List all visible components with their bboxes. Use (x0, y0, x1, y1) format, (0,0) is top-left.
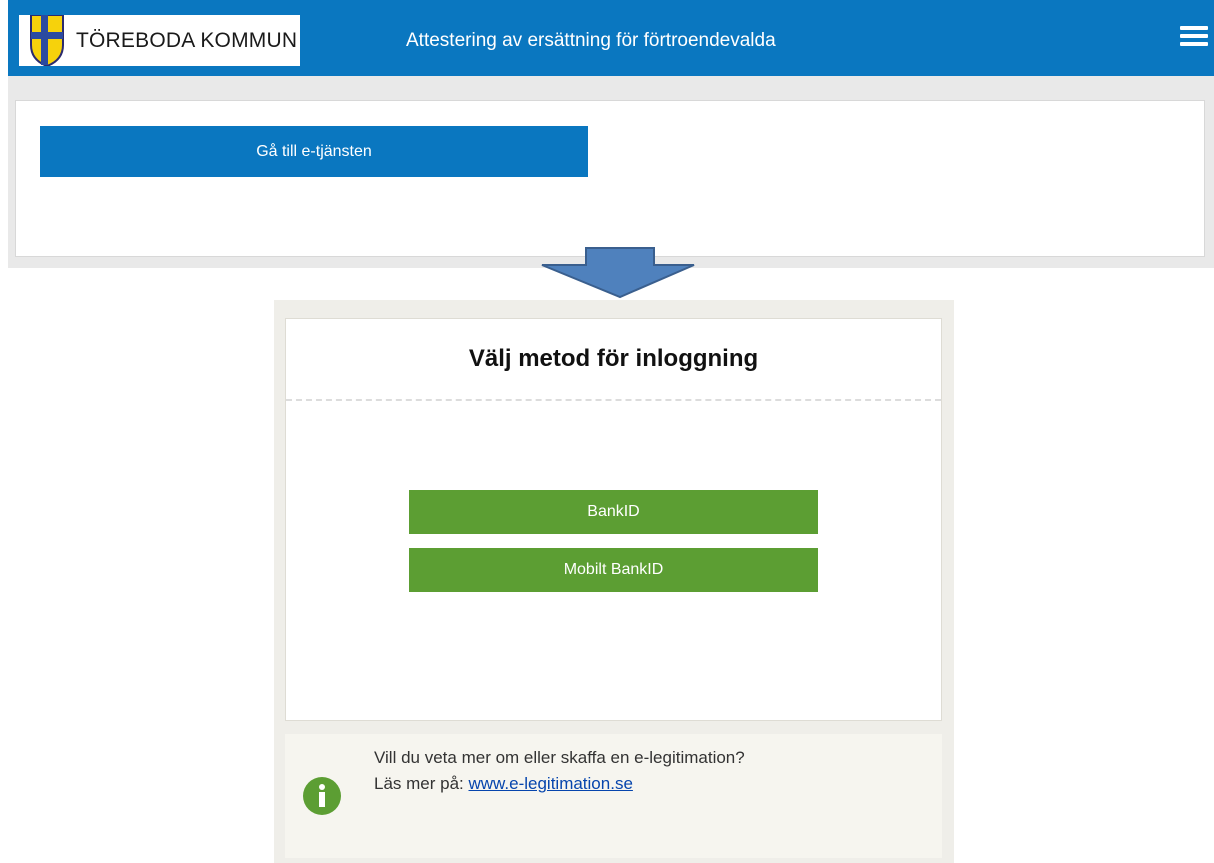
down-arrow-icon (541, 247, 695, 299)
divider (286, 399, 941, 401)
info-box: Vill du veta mer om eller skaffa en e-le… (285, 734, 942, 858)
coat-of-arms-icon (30, 15, 64, 66)
logo[interactable]: TÖREBODA KOMMUN (19, 15, 300, 66)
logo-text: TÖREBODA KOMMUN (76, 29, 298, 52)
info-read-more: Läs mer på: www.e-legitimation.se (374, 774, 633, 794)
content-panel: Gå till e-tjänsten (15, 100, 1205, 257)
goto-e-service-button[interactable]: Gå till e-tjänsten (40, 126, 588, 177)
mobilt-bankid-button[interactable]: Mobilt BankID (409, 548, 818, 592)
e-legitimation-link[interactable]: www.e-legitimation.se (469, 774, 633, 793)
login-title: Välj metod för inloggning (468, 345, 759, 372)
info-text: Vill du veta mer om eller skaffa en e-le… (374, 748, 745, 767)
top-frame: TÖREBODA KOMMUN Attestering av ersättnin… (8, 0, 1214, 268)
bankid-button[interactable]: BankID (409, 490, 818, 534)
hamburger-menu-icon[interactable] (1180, 26, 1208, 48)
info-read-more-label: Läs mer på: (374, 774, 469, 793)
page-title: Attestering av ersättning för förtroende… (406, 30, 776, 51)
header-bar: TÖREBODA KOMMUN Attestering av ersättnin… (8, 0, 1214, 76)
login-frame: Välj metod för inloggning BankID Mobilt … (274, 300, 954, 863)
info-icon (303, 777, 341, 815)
login-card: Välj metod för inloggning BankID Mobilt … (285, 318, 942, 721)
